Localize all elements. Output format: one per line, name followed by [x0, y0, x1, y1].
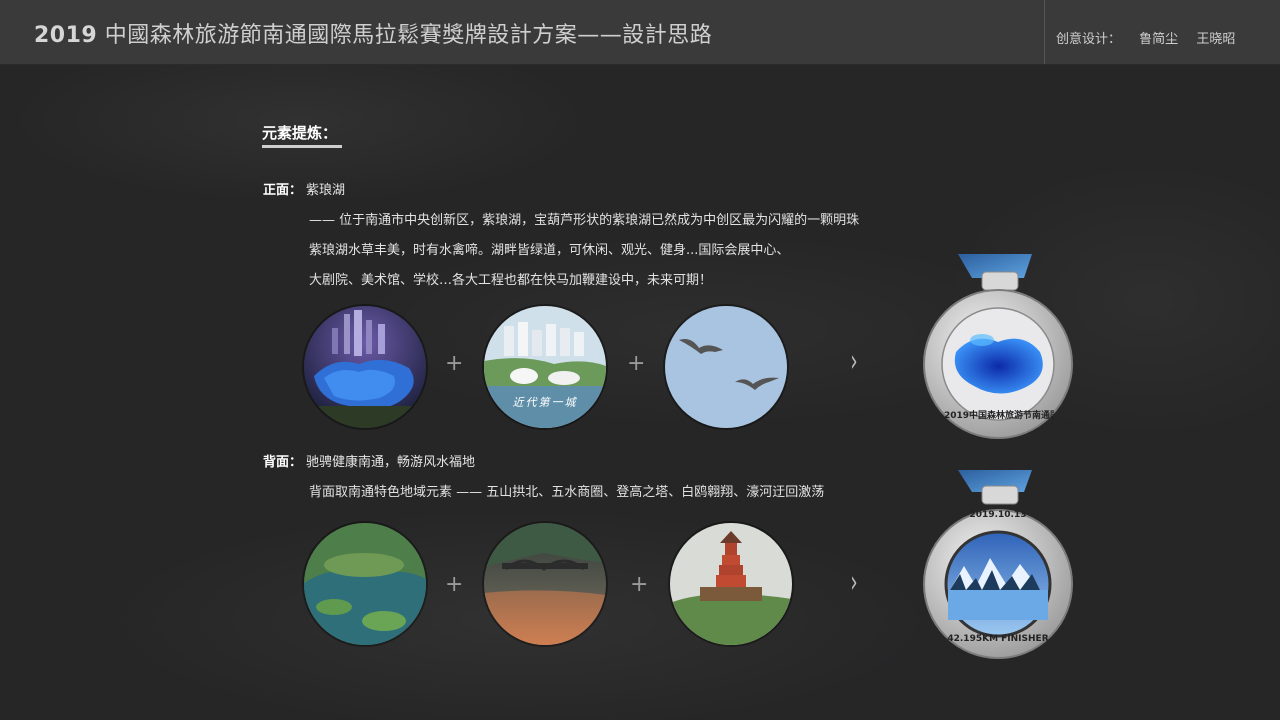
back-subject: 驰骋健康南通，畅游风水福地 [306, 455, 476, 470]
front-desc-line-1: —— 位于南通市中央创新区，紫琅湖，宝葫芦形状的紫琅湖已然成为中创区最为闪耀的一… [309, 213, 860, 228]
medal-finisher-text: 42.195KM FINISHER [947, 634, 1049, 644]
seagulls-photo [665, 306, 787, 428]
plus-sign: + [630, 572, 649, 597]
plus-sign: + [445, 351, 464, 376]
front-desc-line-2: 紫琅湖水草丰美，时有水禽啼。湖畔皆绿道，可休闲、观光、健身...国际会展中心、 [309, 243, 790, 258]
city-caption: 近代第一城 [512, 396, 578, 409]
bridge-sunset-photo [484, 523, 606, 645]
back-medal: 2019.10.13 42.195KM FINISHER [920, 466, 1076, 666]
heading-underline [262, 145, 342, 148]
modern-city-photo: 近代第一城 [484, 306, 606, 428]
designer-credits: 创意设计： 鲁简尘 王晓昭 [1056, 28, 1249, 47]
credits-label: 创意设计： [1056, 32, 1122, 47]
back-desc-line: 背面取南通特色地域元素 —— 五山拱北、五水商圈、登高之塔、白鸥翱翔、濠河迂回激… [309, 485, 825, 500]
wetland-aerial-photo [304, 523, 426, 645]
title-year: 2019 [34, 23, 98, 48]
front-desc-line-3: 大剧院、美术馆、学校…各大工程也都在快马加鞭建设中，未来可期！ [309, 273, 713, 288]
arrow-right-icon: › [850, 565, 858, 600]
page-title: 2019 中國森林旅游節南通國際馬拉鬆賽獎牌設計方案——設計思路 [34, 17, 712, 49]
front-medal-ring-text: 2019中国森林旅游节南通国际马拉松赛 [944, 411, 1054, 421]
header-divider [1044, 0, 1045, 64]
arrow-right-icon: › [850, 344, 858, 379]
medal-date: 2019.10.13 [969, 510, 1027, 520]
designer-name-1: 鲁简尘 [1139, 32, 1179, 47]
back-label-row: 背面： 驰骋健康南通，畅游风水福地 [263, 451, 475, 470]
front-label-row: 正面： 紫琅湖 [263, 179, 345, 198]
front-subject: 紫琅湖 [306, 183, 346, 198]
plus-sign: + [627, 351, 646, 376]
designer-name-2: 王晓昭 [1196, 32, 1236, 47]
header-bar: 2019 中國森林旅游節南通國際馬拉鬆賽獎牌設計方案——設計思路 创意设计： 鲁… [0, 0, 1280, 65]
front-label: 正面： [263, 183, 303, 198]
back-label: 背面： [263, 455, 303, 470]
lake-night-photo [304, 306, 426, 428]
plus-sign: + [445, 572, 464, 597]
title-text: 中國森林旅游節南通國際馬拉鬆賽獎牌設計方案——設計思路 [97, 23, 713, 48]
pagoda-photo [670, 523, 792, 645]
front-medal: 2019中国森林旅游节南通国际马拉松赛 [920, 248, 1076, 448]
section-heading: 元素提炼： [262, 124, 338, 142]
